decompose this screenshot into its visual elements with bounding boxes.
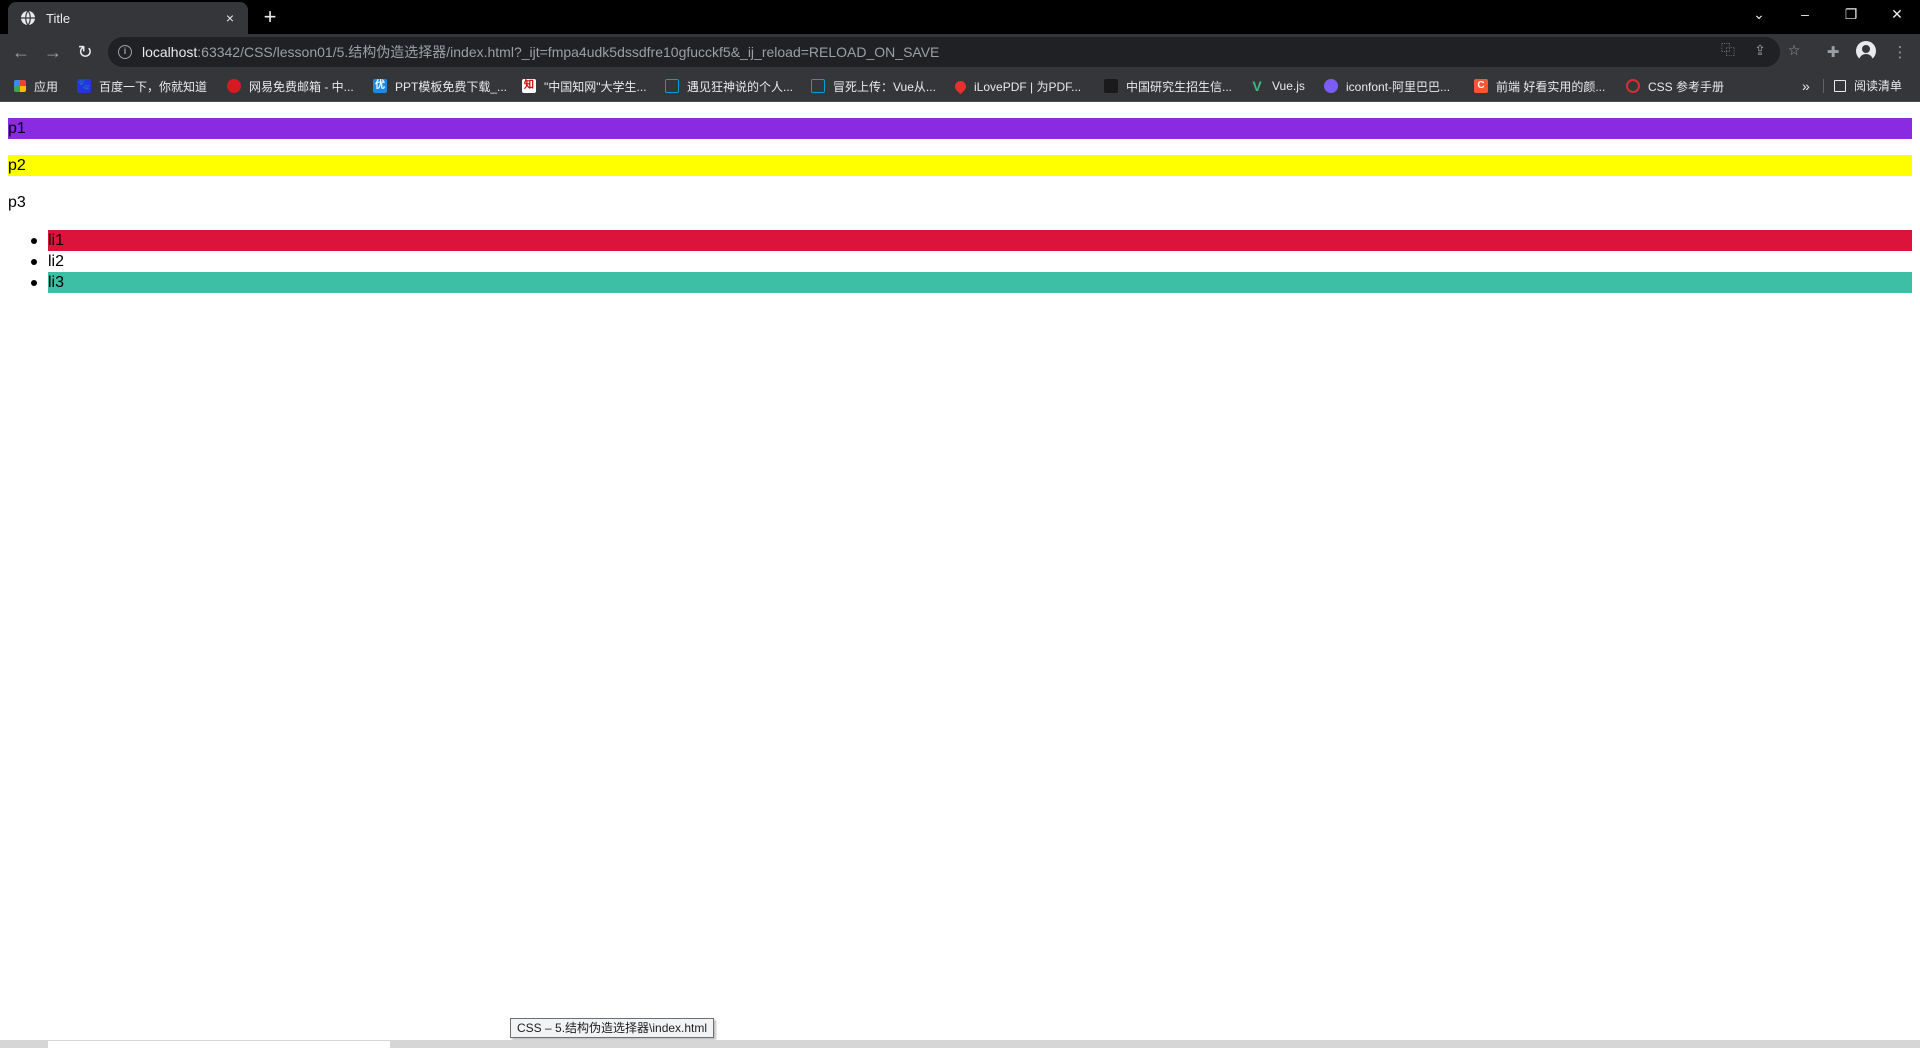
bookmark-label: 中国研究生招生信... xyxy=(1126,79,1233,94)
bookmark-label: 遇见狂神说的个人... xyxy=(687,79,794,94)
page-viewport: p1 p2 p3 li1 li2 li3 xyxy=(0,102,1920,1040)
title-bar: Title × + ⌄ – ❐ ✕ xyxy=(0,0,1920,34)
bilibili-icon xyxy=(665,79,679,93)
ppt-icon: 优 xyxy=(373,79,387,93)
list-item-li1: li1 xyxy=(31,230,1912,251)
bookmark-label: 应用 xyxy=(34,79,59,94)
share-icon[interactable]: ⇪ xyxy=(1750,41,1770,59)
bookmark-iconfont[interactable]: iconfont-阿里巴巴... xyxy=(1324,77,1450,95)
baidu-icon: 🐾 xyxy=(77,79,91,93)
url-host: localhost xyxy=(142,44,198,60)
minimize-button[interactable]: – xyxy=(1782,0,1828,28)
status-tooltip: CSS – 5.结构伪造选择器\index.html xyxy=(510,1018,715,1038)
bookmark-csdn[interactable]: C 前端 好看实用的颜... xyxy=(1474,77,1605,95)
chsi-icon xyxy=(1104,79,1118,93)
tab-close-icon[interactable]: × xyxy=(222,10,238,26)
ilovepdf-icon xyxy=(952,78,969,94)
bookmark-chsi[interactable]: 中国研究生招生信... xyxy=(1104,77,1232,95)
taskbar-strip xyxy=(0,1040,1920,1048)
taskbar-segment xyxy=(48,1041,390,1048)
bookmark-bilibili-1[interactable]: 遇见狂神说的个人... xyxy=(665,77,793,95)
bookmark-vue[interactable]: V Vue.js xyxy=(1250,77,1305,95)
tab-title: Title xyxy=(46,10,71,26)
bookmark-cnki[interactable]: 知 "中国知网"大学生... xyxy=(522,77,647,95)
paragraph-p2: p2 xyxy=(8,155,1912,176)
forward-button[interactable]: → xyxy=(40,39,66,65)
extensions-icon[interactable]: ✚ xyxy=(1823,43,1843,63)
vue-icon: V xyxy=(1252,78,1262,94)
paragraph-p1: p1 xyxy=(8,118,1912,139)
bookmark-star-icon[interactable]: ☆ xyxy=(1784,41,1804,59)
tab-search-button[interactable]: ⌄ xyxy=(1736,0,1782,28)
bookmark-label: Vue.js xyxy=(1272,79,1305,93)
iconfont-icon xyxy=(1324,79,1338,93)
list-item-li2: li2 xyxy=(31,251,1912,272)
bookmark-label: CSS 参考手册 xyxy=(1648,79,1725,94)
bookmark-label: 前端 好看实用的颜... xyxy=(1496,79,1606,94)
reading-list-button[interactable]: 阅读清单 xyxy=(1834,77,1902,95)
close-window-button[interactable]: ✕ xyxy=(1874,0,1920,28)
reload-button[interactable]: ↻ xyxy=(72,39,98,65)
bookmark-label: "中国知网"大学生... xyxy=(544,79,647,94)
bookmark-label: 网易免费邮箱 - 中... xyxy=(249,79,354,94)
bookmark-label: PPT模板免费下载_... xyxy=(395,79,508,94)
browser-toolbar: ← → ↻ i localhost:63342/CSS/lesson01/5.结… xyxy=(0,34,1920,70)
apps-icon xyxy=(14,80,26,92)
list-item-li3: li3 xyxy=(31,272,1912,293)
csdn-icon: C xyxy=(1474,79,1488,93)
bookmark-ilovepdf[interactable]: iLovePDF | 为PDF... xyxy=(952,77,1082,95)
menu-icon[interactable]: ⋮ xyxy=(1890,43,1910,63)
bookmark-label: iLovePDF | 为PDF... xyxy=(974,79,1082,94)
new-tab-button[interactable]: + xyxy=(258,5,282,29)
runoob-icon xyxy=(1626,79,1640,93)
bookmark-apps[interactable]: 应用 xyxy=(14,77,58,95)
back-button[interactable]: ← xyxy=(8,39,34,65)
globe-icon xyxy=(21,10,35,26)
bilibili-icon xyxy=(811,79,825,93)
bookmark-label: iconfont-阿里巴巴... xyxy=(1346,79,1451,94)
item-list: li1 li2 li3 xyxy=(31,230,1912,293)
cnki-icon: 知 xyxy=(522,79,536,93)
profile-avatar[interactable] xyxy=(1856,41,1876,61)
bookmark-runoob[interactable]: CSS 参考手册 xyxy=(1626,77,1724,95)
bookmark-netease[interactable]: 网易免费邮箱 - 中... xyxy=(227,77,354,95)
bookmarks-overflow-chevron-icon[interactable]: » xyxy=(1802,77,1810,95)
restore-button[interactable]: ❐ xyxy=(1828,0,1874,28)
bookmark-bilibili-2[interactable]: 冒死上传：Vue从... xyxy=(811,77,936,95)
netease-icon xyxy=(227,79,241,93)
paragraph-p3: p3 xyxy=(8,194,26,211)
reading-list-icon xyxy=(1834,80,1846,92)
translate-icon[interactable]: ⿻ xyxy=(1718,41,1738,59)
bookmark-label: 冒死上传：Vue从... xyxy=(833,79,936,94)
bookmark-label: 百度一下，你就知道 xyxy=(99,79,208,94)
url-path: :63342/CSS/lesson01/5.结构伪造选择器/index.html… xyxy=(197,44,940,60)
bookmarks-divider xyxy=(1823,79,1824,93)
reading-list-label: 阅读清单 xyxy=(1854,79,1903,93)
bookmarks-bar: 应用 🐾 百度一下，你就知道 网易免费邮箱 - 中... 优 PPT模板免费下载… xyxy=(0,70,1920,102)
address-bar[interactable]: i localhost:63342/CSS/lesson01/5.结构伪造选择器… xyxy=(108,37,1780,67)
site-info-icon[interactable]: i xyxy=(118,45,132,59)
tab-active[interactable]: Title × xyxy=(8,2,248,34)
bookmark-baidu[interactable]: 🐾 百度一下，你就知道 xyxy=(77,77,207,95)
bookmark-ppt[interactable]: 优 PPT模板免费下载_... xyxy=(373,77,507,95)
